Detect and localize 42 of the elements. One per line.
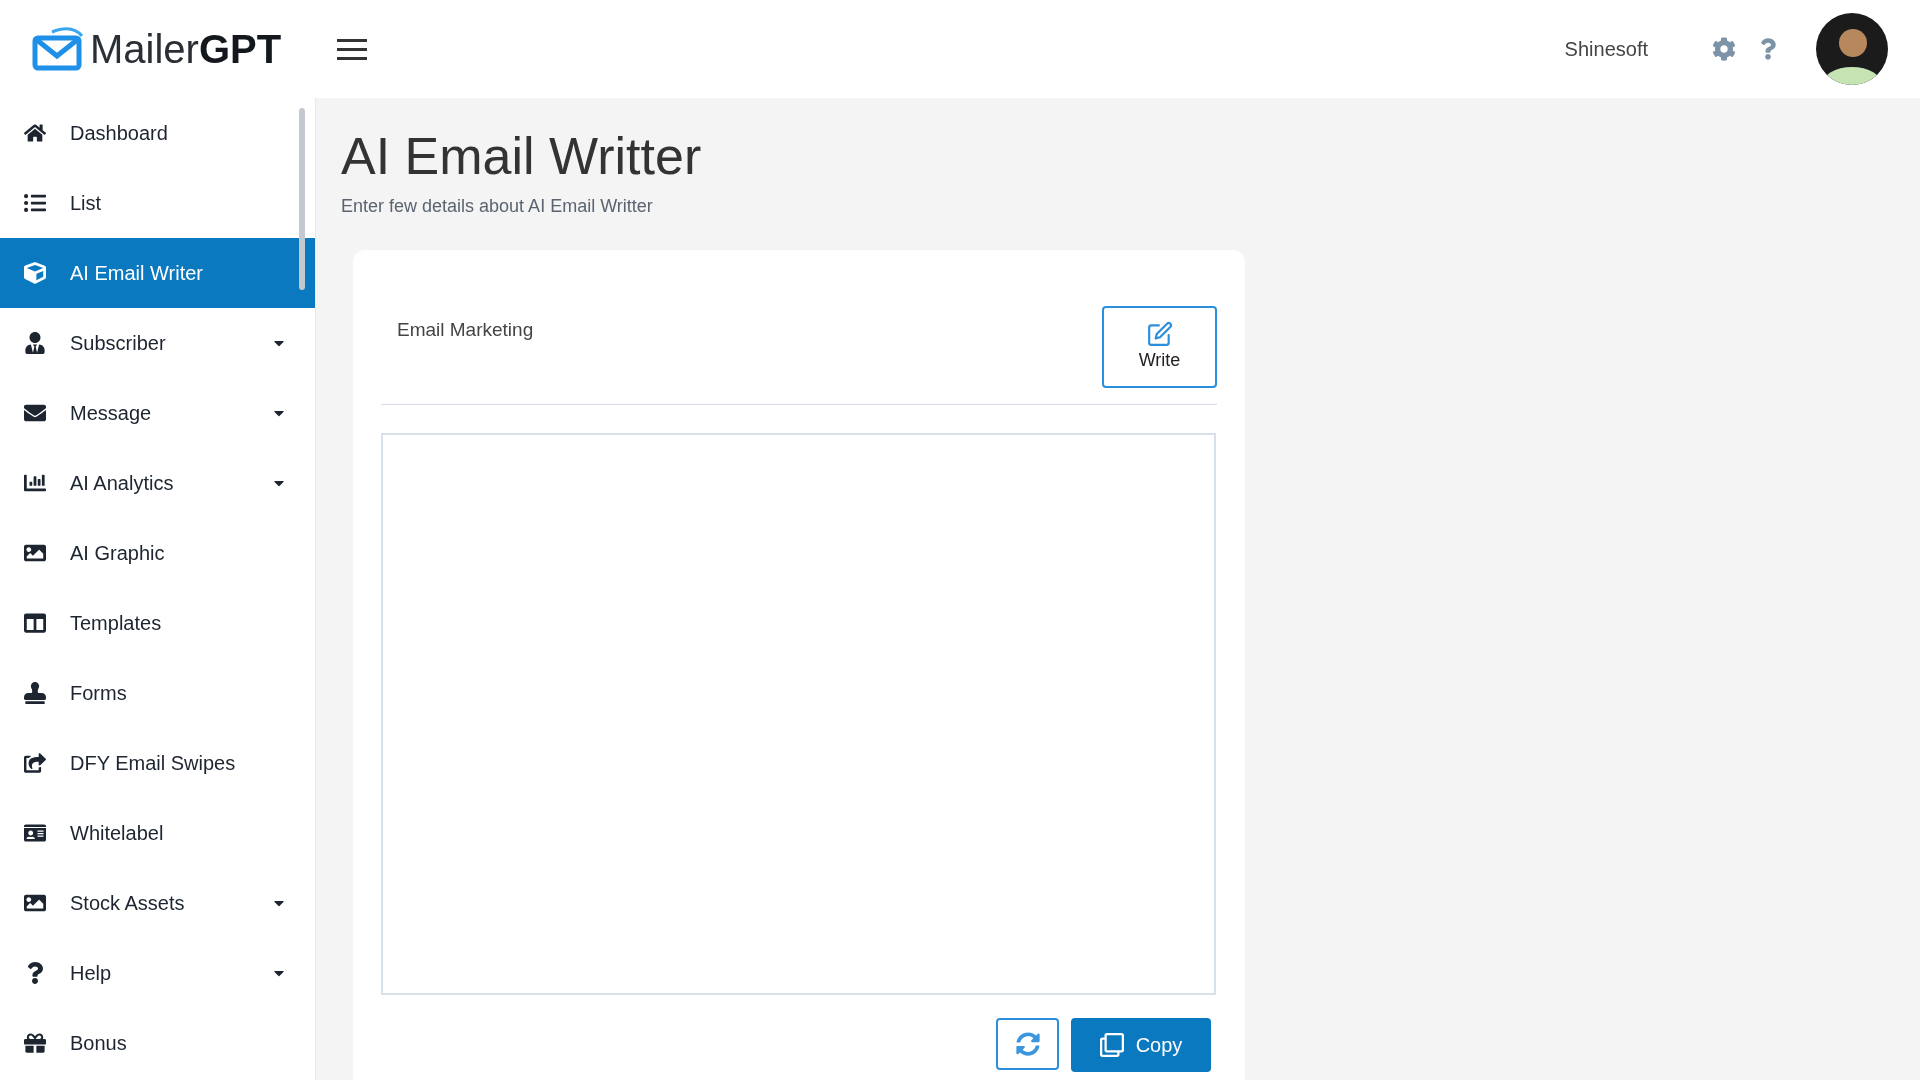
gift-icon xyxy=(24,1032,46,1054)
sidebar-item[interactable]: Whitelabel xyxy=(0,798,315,868)
account-name[interactable]: Shinesoft xyxy=(1564,34,1648,64)
settings-icon[interactable] xyxy=(1712,37,1736,61)
cube-icon xyxy=(24,262,46,284)
refresh-icon xyxy=(1015,1032,1040,1056)
bar-chart-icon xyxy=(24,472,46,494)
page-subtitle: Enter few details about AI Email Writter xyxy=(341,195,654,218)
image-icon xyxy=(24,892,46,914)
list-icon xyxy=(24,192,46,214)
sidebar-item[interactable]: Subscriber xyxy=(0,308,315,378)
share-icon xyxy=(24,752,46,774)
sidebar-item[interactable]: Templates xyxy=(0,588,315,658)
logo-icon xyxy=(32,26,86,72)
sidebar-item[interactable]: Bonus xyxy=(0,1008,315,1078)
page-title: AI Email Writter xyxy=(341,126,703,187)
sidebar-item[interactable]: Dashboard xyxy=(0,98,315,168)
image-icon xyxy=(24,542,46,564)
refresh-button[interactable] xyxy=(996,1018,1059,1070)
logo-text: MailerGPT xyxy=(90,26,282,73)
envelope-icon xyxy=(24,402,46,424)
person-icon xyxy=(24,332,46,354)
house-icon xyxy=(24,122,46,144)
topic-field[interactable]: Email Marketing xyxy=(397,316,1102,345)
edit-icon xyxy=(1146,320,1173,347)
sidebar-item[interactable]: AI Analytics xyxy=(0,448,315,518)
sidebar-item[interactable]: List xyxy=(0,168,315,238)
copy-button[interactable]: Copy xyxy=(1071,1018,1211,1072)
help-icon[interactable] xyxy=(1760,38,1776,60)
sidebar-item[interactable]: DFY Email Swipes xyxy=(0,728,315,798)
sidebar-item[interactable]: Help xyxy=(0,938,315,1008)
sidebar-item[interactable]: Message xyxy=(0,378,315,448)
write-button[interactable]: Write xyxy=(1102,306,1217,388)
menu-icon[interactable] xyxy=(337,38,368,60)
copy-icon xyxy=(1099,1033,1124,1057)
id-card-icon xyxy=(24,822,46,844)
sidebar-item[interactable]: AI Graphic xyxy=(0,518,315,588)
stamp-icon xyxy=(24,682,46,704)
sidebar-item[interactable]: Forms xyxy=(0,658,315,728)
sidebar-item[interactable]: AI Email Writer xyxy=(0,238,315,308)
layout-icon xyxy=(24,612,46,634)
sidebar-item[interactable]: Stock Assets xyxy=(0,868,315,938)
